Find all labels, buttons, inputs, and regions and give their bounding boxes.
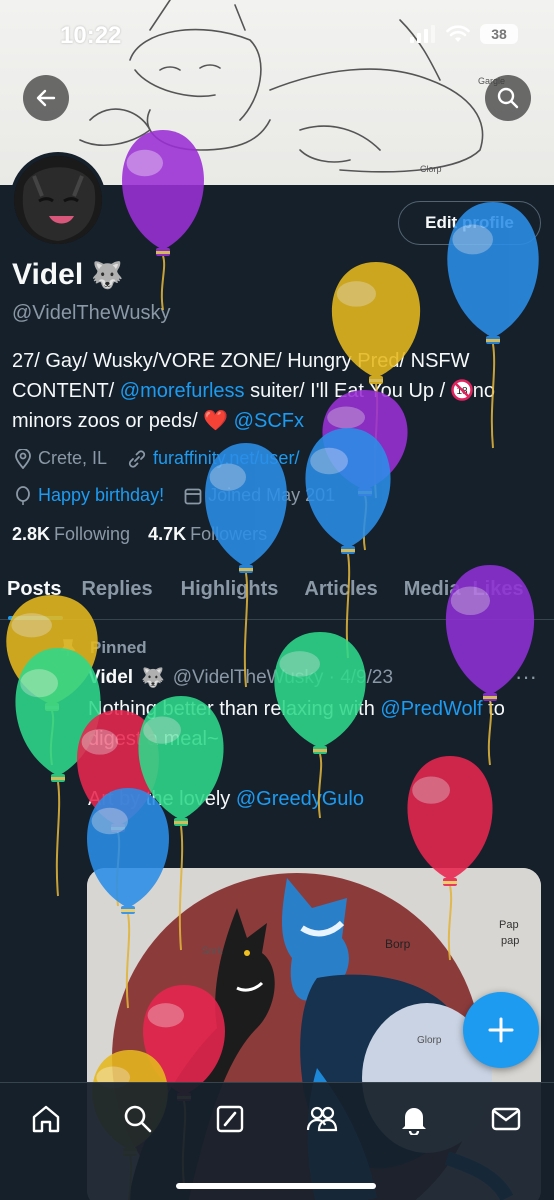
wolf-emoji: 🐺 bbox=[91, 259, 124, 290]
bio-text: suiter/ I'll Eat You Up / bbox=[244, 380, 451, 402]
bio-text: no bbox=[472, 380, 495, 402]
art-label-snrk: Snrk bbox=[202, 946, 224, 957]
nav-messages[interactable] bbox=[488, 1101, 524, 1137]
home-icon bbox=[32, 1105, 60, 1133]
nav-search[interactable] bbox=[120, 1101, 156, 1137]
wifi-icon bbox=[446, 25, 470, 42]
compose-button[interactable] bbox=[463, 992, 539, 1068]
following-stat[interactable]: 2.8K Following bbox=[12, 524, 130, 545]
mention-predwolf[interactable]: @PredWolf bbox=[380, 698, 482, 720]
post-text-part: Nothing better than relaxing with bbox=[88, 698, 381, 720]
website-link[interactable]: furaffinity.net/user/ bbox=[153, 448, 299, 469]
nav-communities[interactable] bbox=[304, 1101, 340, 1137]
post-more-button[interactable]: ··· bbox=[515, 664, 537, 690]
follow-stats: 2.8K Following 4.7K Followers bbox=[12, 524, 267, 545]
bio-mention-scfx[interactable]: @SCFx bbox=[234, 410, 304, 432]
tab-articles[interactable]: Articles bbox=[288, 568, 387, 620]
calendar-icon bbox=[184, 488, 202, 504]
profile-meta-row-1: Crete, IL furaffinity.net/user/ bbox=[14, 448, 299, 469]
tab-likes[interactable]: Likes bbox=[470, 568, 533, 620]
tab-replies[interactable]: Replies bbox=[71, 568, 162, 620]
location: Crete, IL bbox=[14, 448, 107, 469]
search-icon bbox=[497, 87, 519, 109]
website[interactable]: furaffinity.net/user/ bbox=[127, 448, 299, 469]
battery-indicator: 38 bbox=[480, 24, 518, 44]
plus-icon bbox=[488, 1017, 514, 1043]
post-text-part: Art by the lovely bbox=[88, 788, 236, 810]
location-text: Crete, IL bbox=[38, 448, 108, 468]
bell-icon bbox=[402, 1108, 426, 1135]
post-author[interactable]: Videl bbox=[88, 667, 133, 689]
birthday[interactable]: Happy birthday! bbox=[14, 485, 164, 506]
nav-home[interactable] bbox=[28, 1101, 64, 1137]
status-time: 10:22 bbox=[60, 22, 122, 49]
post-text: Nothing better than relaxing with @PredW… bbox=[88, 694, 544, 814]
following-count: 2.8K bbox=[12, 524, 51, 544]
joined-date: Joined May 201 bbox=[184, 485, 335, 506]
back-button[interactable] bbox=[23, 75, 69, 121]
post-text-line: Art by the lovely @GreedyGulo bbox=[88, 784, 544, 814]
home-indicator bbox=[176, 1183, 376, 1189]
avatar[interactable] bbox=[10, 152, 106, 248]
mention-greedygulo[interactable]: @GreedyGulo bbox=[236, 788, 364, 810]
mail-icon bbox=[491, 1107, 521, 1131]
pinned-label: Pinned bbox=[90, 638, 147, 657]
bio-mention-morefurless[interactable]: @morefurless bbox=[120, 380, 245, 402]
balloon bbox=[6, 595, 98, 766]
art-label-borp: Borp bbox=[385, 937, 411, 951]
post-handle-date: @VidelTheWusky · 4/9/23 bbox=[172, 667, 394, 688]
grok-icon bbox=[216, 1105, 244, 1133]
signal-icon bbox=[410, 25, 435, 43]
following-label: Following bbox=[54, 524, 131, 544]
pinned-indicator: Pinned bbox=[60, 638, 147, 658]
profile-handle: @VidelTheWusky bbox=[12, 302, 171, 324]
arrow-left-icon bbox=[36, 89, 56, 107]
communities-icon bbox=[306, 1106, 338, 1132]
profile-tabs: Posts Replies Highlights Articles Media … bbox=[0, 568, 554, 620]
nav-notifications[interactable] bbox=[396, 1101, 432, 1137]
bio-line-2: CONTENT/ @morefurless suiter/ I'll Eat Y… bbox=[12, 376, 542, 406]
joined-text: Joined May 201 bbox=[208, 485, 336, 505]
profile-meta-row-2: Happy birthday! Joined May 201 bbox=[14, 485, 335, 506]
tab-posts[interactable]: Posts bbox=[0, 568, 71, 620]
followers-label: Followers bbox=[190, 524, 268, 544]
link-icon bbox=[128, 449, 146, 468]
balloon bbox=[205, 443, 287, 688]
pin-icon bbox=[60, 639, 76, 656]
search-icon bbox=[124, 1105, 152, 1133]
art-label-pap: Pap bbox=[499, 919, 519, 931]
tab-highlights[interactable]: Highlights bbox=[163, 568, 289, 620]
edit-profile-button[interactable]: Edit profile bbox=[398, 201, 541, 245]
bio-line-1: 27/ Gay/ Wusky/VORE ZONE/ Hungry Pred/ N… bbox=[12, 350, 470, 372]
bio-text: minors zoos or peds/ bbox=[12, 410, 204, 432]
status-icons: 38 bbox=[410, 24, 518, 44]
birthday-text[interactable]: Happy birthday! bbox=[38, 485, 164, 506]
post-author-emoji: 🐺 bbox=[141, 668, 165, 689]
profile-name: Videl 🐺 bbox=[12, 258, 124, 292]
bio-line-3: minors zoos or peds/ ❤️ @SCFx bbox=[12, 406, 542, 436]
avatar-image bbox=[14, 156, 102, 244]
nav-grok[interactable] bbox=[212, 1101, 248, 1137]
profile-bio: 27/ Gay/ Wusky/VORE ZONE/ Hungry Pred/ N… bbox=[12, 346, 542, 436]
tab-media[interactable]: Media bbox=[388, 568, 471, 620]
art-label-glorp: Glorp bbox=[417, 1035, 442, 1046]
search-button[interactable] bbox=[485, 75, 531, 121]
followers-count: 4.7K bbox=[148, 524, 187, 544]
sketch-label-clorp: Clorp bbox=[420, 164, 442, 174]
profile-name-text: Videl bbox=[12, 258, 84, 291]
art-label-pap-2: pap bbox=[501, 935, 519, 947]
bio-text: CONTENT/ bbox=[12, 380, 120, 402]
balloon-icon bbox=[16, 485, 30, 505]
followers-stat[interactable]: 4.7K Followers bbox=[148, 524, 267, 545]
location-pin-icon bbox=[15, 448, 31, 469]
post-header: Videl 🐺 @VidelTheWusky · 4/9/23 bbox=[88, 666, 393, 690]
status-bar: 10:22 38 bbox=[0, 0, 554, 70]
balloon bbox=[305, 428, 391, 659]
heart-emoji: ❤️ bbox=[203, 410, 229, 432]
no-minors-icon: 18 bbox=[450, 379, 473, 401]
